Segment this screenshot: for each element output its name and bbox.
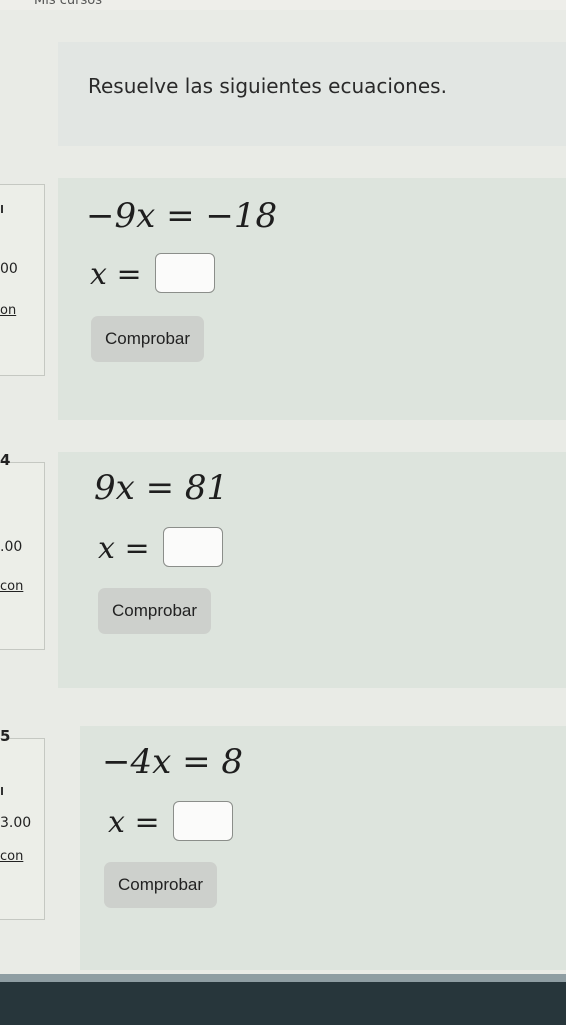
equals-sign: = <box>116 257 142 292</box>
question-info-3: 5 3.00 con <box>0 727 45 920</box>
flag-question-link[interactable]: on <box>0 303 16 318</box>
equation: −9x = −18 <box>86 196 278 236</box>
answer-variable: x <box>98 531 115 566</box>
equation: −4x = 8 <box>102 742 244 782</box>
instructions-panel: Resuelve las siguientes ecuaciones. <box>58 42 566 146</box>
equals-sign: = <box>124 531 150 566</box>
question-points: 3.00 <box>0 815 32 831</box>
equation: 9x = 81 <box>94 468 229 508</box>
question-card-1: −9x = −18 x = Comprobar <box>58 178 566 420</box>
footer-divider <box>0 974 566 982</box>
question-number: 5 <box>0 727 11 745</box>
answer-variable: x <box>90 257 107 292</box>
answer-row: x = <box>108 801 234 844</box>
answer-input[interactable] <box>155 253 216 293</box>
answer-row: x = <box>90 253 216 296</box>
check-button[interactable]: Comprobar <box>98 588 212 634</box>
question-points: .00 <box>0 539 23 555</box>
equals-sign: = <box>134 805 160 840</box>
question-card-2: 9x = 81 x = Comprobar <box>58 452 566 688</box>
question-info-1: 00 on <box>0 184 45 376</box>
question-number: 4 <box>0 451 11 469</box>
question-points: 00 <box>0 261 18 277</box>
check-button[interactable]: Comprobar <box>104 862 218 908</box>
check-button[interactable]: Comprobar <box>91 316 205 362</box>
answer-row: x = <box>98 527 224 570</box>
flag-icon <box>1 787 3 795</box>
answer-input[interactable] <box>163 527 224 567</box>
course-breadcrumb[interactable]: Mis cursos <box>34 0 102 8</box>
instructions-text: Resuelve las siguientes ecuaciones. <box>88 74 447 98</box>
flag-question-link[interactable]: con <box>0 579 23 594</box>
flag-question-link[interactable]: con <box>0 849 23 864</box>
answer-input[interactable] <box>173 801 234 841</box>
question-info-2: 4 .00 con <box>0 451 45 650</box>
answer-variable: x <box>108 805 125 840</box>
top-bar: Mis cursos <box>0 0 566 10</box>
footer-bar <box>0 982 566 1025</box>
flag-icon <box>1 205 3 213</box>
question-card-3: −4x = 8 x = Comprobar <box>80 726 566 970</box>
